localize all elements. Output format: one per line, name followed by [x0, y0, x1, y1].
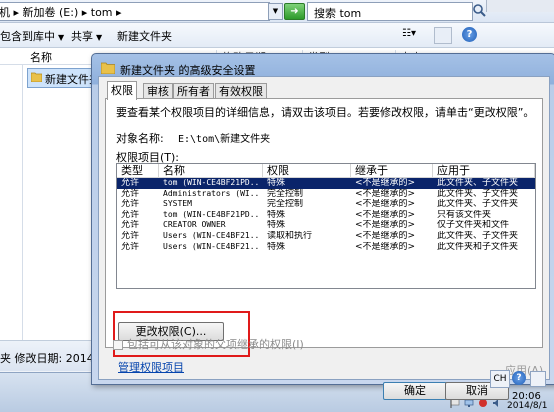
- address-path: 机 ▸ 新加卷 (E:) ▸ tom ▸: [0, 5, 122, 19]
- manage-permission-entries-link[interactable]: 管理权限项目: [118, 359, 184, 375]
- tab-auditing[interactable]: 审核: [143, 83, 173, 99]
- cell-inherited-from: <不是继承的>: [355, 241, 416, 252]
- cell-permission: 特殊: [267, 241, 286, 252]
- column-name[interactable]: 名称: [159, 164, 263, 177]
- cell-type: 允许: [121, 188, 140, 199]
- include-in-library-label: 包含到库中: [0, 30, 55, 43]
- chevron-down-icon: ▼: [58, 33, 65, 42]
- navigation-pane[interactable]: [0, 65, 23, 340]
- cell-permission: 完全控制: [267, 199, 304, 210]
- cell-applies-to: 此文件夹、子文件夹: [437, 188, 519, 199]
- table-header: 类型 名称 权限 继承于 应用于: [117, 164, 535, 178]
- window-caption-area: [486, 0, 554, 12]
- cell-type: 允许: [121, 199, 140, 210]
- inherit-permissions-label: 包括可从该对象的父项继承的权限(I): [127, 338, 304, 351]
- cell-name: tom (WIN-CE4BF21PD...: [163, 178, 261, 187]
- inherit-permissions-checkbox[interactable]: 包括可从该对象的父项继承的权限(I): [113, 336, 304, 352]
- help-icon[interactable]: ?: [512, 371, 526, 385]
- table-row[interactable]: 允许 CREATOR OWNER 特殊 <不是继承的> 仅子文件夹和文件: [117, 220, 535, 231]
- cell-applies-to: 此文件夹、子文件夹: [437, 178, 519, 188]
- object-name-label: 对象名称:: [116, 132, 164, 145]
- cell-type: 允许: [121, 241, 140, 252]
- cell-name: SYSTEM: [163, 199, 192, 209]
- column-type[interactable]: 类型: [117, 164, 159, 177]
- cell-applies-to: 此文件夹和子文件夹: [437, 241, 519, 252]
- cell-type: 允许: [121, 209, 140, 220]
- command-bar: 包含到库中 ▼ 共享 ▼ 新建文件夹 ☷▾ ?: [0, 23, 554, 48]
- address-field[interactable]: 机 ▸ 新加卷 (E:) ▸ tom ▸: [0, 2, 270, 21]
- cell-permission: 完全控制: [267, 188, 304, 199]
- permission-entries-table[interactable]: 类型 名称 权限 继承于 应用于 允许 tom (WIN-CE4BF21PD...…: [116, 163, 536, 289]
- share-label: 共享: [71, 30, 93, 43]
- cell-permission: 特殊: [267, 220, 286, 231]
- folder-icon: [101, 62, 115, 74]
- clock-date[interactable]: 2014/8/1: [507, 401, 547, 411]
- cell-applies-to: 只有该文件夹: [437, 209, 492, 220]
- cell-permission: 特殊: [267, 209, 286, 220]
- cell-name: tom (WIN-CE4BF21PD...: [163, 209, 261, 219]
- cell-permission: 读取和执行: [267, 231, 313, 241]
- dialog-body: 权限 审核 所有者 有效权限 要查看某个权限项目的详细信息，请双击该项目。若要修…: [98, 76, 550, 400]
- cell-inherited-from: <不是继承的>: [355, 188, 416, 199]
- cell-applies-to: 此文件夹、子文件夹: [437, 231, 519, 241]
- table-row[interactable]: 允许 Administrators (WI... 完全控制 <不是继承的> 此文件夹、子…: [117, 189, 535, 200]
- table-row[interactable]: 允许 tom (WIN-CE4BF21PD... 特殊 <不是继承的> 此文件夹、子文件…: [117, 178, 535, 189]
- language-indicator[interactable]: CH: [490, 370, 510, 388]
- cell-inherited-from: <不是继承的>: [355, 220, 416, 231]
- permissions-tab-page: 要查看某个权限项目的详细信息，请双击该项目。若要修改权限，请单击“更改权限”。 …: [105, 98, 543, 357]
- chevron-down-icon: ▼: [96, 33, 103, 42]
- tab-permissions[interactable]: 权限: [107, 81, 137, 100]
- new-folder-label: 新建文件夹: [117, 30, 172, 43]
- cell-inherited-from: <不是继承的>: [355, 199, 416, 210]
- share-menu[interactable]: 共享 ▼: [71, 28, 102, 44]
- help-icon[interactable]: ?: [462, 27, 477, 42]
- table-row[interactable]: 允许 SYSTEM 完全控制 <不是继承的> 此文件夹、子文件夹: [117, 199, 535, 210]
- cell-name: CREATOR OWNER: [163, 220, 226, 230]
- cell-name: Users (WIN-CE4BF21...: [163, 241, 261, 251]
- table-row[interactable]: 允许 tom (WIN-CE4BF21PD... 特殊 <不是继承的> 只有该文件夹: [117, 210, 535, 221]
- instructions-text: 要查看某个权限项目的详细信息，请双击该项目。若要修改权限，请单击“更改权限”。: [116, 106, 535, 119]
- address-dropdown-button[interactable]: ▼: [268, 3, 283, 20]
- cell-name: Administrators (WI...: [163, 188, 261, 198]
- search-icon[interactable]: [472, 3, 486, 18]
- object-name-value: E:\tom\新建文件夹: [178, 134, 271, 145]
- cell-type: 允许: [121, 231, 140, 241]
- menu-icon[interactable]: [530, 371, 546, 387]
- cell-type: 允许: [121, 220, 140, 231]
- preview-pane-icon[interactable]: [434, 27, 452, 44]
- cell-applies-to: 此文件夹、子文件夹: [437, 199, 519, 210]
- column-permission[interactable]: 权限: [263, 164, 351, 177]
- ok-button[interactable]: 确定: [383, 382, 447, 400]
- search-input[interactable]: 搜索 tom: [307, 2, 473, 21]
- list-item-folder[interactable]: 新建文件夹: [27, 68, 100, 88]
- column-applies-to[interactable]: 应用于: [433, 164, 535, 177]
- view-options-icon[interactable]: ☷▾: [402, 28, 428, 42]
- address-bar: 机 ▸ 新加卷 (E:) ▸ tom ▸ ▼ ➜ 搜索 tom: [0, 0, 554, 23]
- cell-inherited-from: <不是继承的>: [355, 209, 416, 220]
- cell-type: 允许: [121, 178, 140, 188]
- checkbox-icon: [113, 340, 123, 350]
- include-in-library-menu[interactable]: 包含到库中 ▼: [0, 28, 64, 44]
- advanced-security-dialog: 新建文件夹 的高级安全设置 权限 审核 所有者 有效权限 要查看某个权限项目的详…: [91, 53, 554, 400]
- new-folder-button[interactable]: 新建文件夹: [117, 28, 172, 44]
- column-inherited-from[interactable]: 继承于: [351, 164, 433, 177]
- cell-applies-to: 仅子文件夹和文件: [437, 220, 510, 231]
- folder-icon: [31, 72, 42, 82]
- column-name[interactable]: 名称: [30, 49, 52, 65]
- search-placeholder: 搜索 tom: [314, 7, 362, 20]
- tab-owner[interactable]: 所有者: [173, 83, 214, 99]
- cell-inherited-from: <不是继承的>: [355, 231, 416, 241]
- table-row[interactable]: 允许 Users (WIN-CE4BF21... 特殊 <不是继承的> 此文件夹和子文件…: [117, 242, 535, 253]
- table-row[interactable]: 允许 Users (WIN-CE4BF21... 读取和执行 <不是继承的> 此文件夹、…: [117, 231, 535, 242]
- cell-name: Users (WIN-CE4BF21...: [163, 231, 261, 240]
- cell-inherited-from: <不是继承的>: [355, 178, 416, 188]
- refresh-button[interactable]: ➜: [284, 3, 305, 20]
- tab-effective-permissions[interactable]: 有效权限: [215, 83, 267, 99]
- cell-permission: 特殊: [267, 178, 286, 188]
